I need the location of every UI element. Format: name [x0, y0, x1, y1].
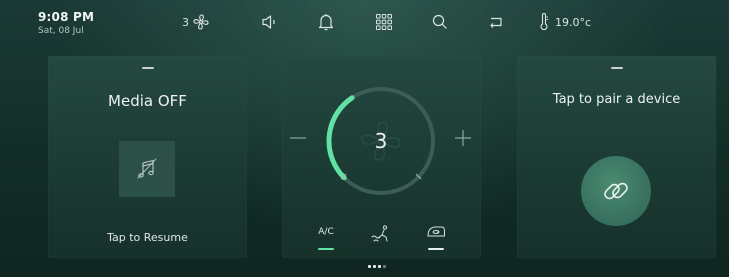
airflow-mode-button[interactable]: [364, 224, 398, 250]
temperature-status[interactable]: 19.0°c: [538, 8, 608, 36]
fan-icon: [193, 14, 209, 30]
page-indicator[interactable]: [368, 265, 386, 268]
pair-device-button[interactable]: [581, 156, 651, 226]
recirculation-icon: [427, 226, 445, 237]
climate-card: 3 A/C: [282, 56, 481, 258]
music-note-icon: [137, 158, 157, 179]
minus-icon: [290, 137, 306, 139]
home-screen: 9:08 PM Sat, 08 Jul 3 19.0°c Media OFF T…: [0, 0, 729, 277]
fan-status-button[interactable]: 3: [172, 8, 220, 36]
media-status-title: Media OFF: [108, 92, 187, 110]
plus-icon: [455, 130, 471, 146]
recirculation-active-indicator: [428, 248, 444, 250]
thermometer-icon: [540, 13, 548, 31]
recirculation-button[interactable]: [419, 224, 453, 250]
page-dot[interactable]: [383, 265, 386, 268]
clock-time: 9:08 PM: [38, 10, 95, 24]
pair-device-title: Tap to pair a device: [552, 92, 681, 107]
apps-button[interactable]: [370, 8, 398, 36]
ac-label: A/C: [318, 227, 334, 237]
media-card[interactable]: Media OFF Tap to Resume: [48, 56, 247, 258]
back-arrow-icon: [490, 17, 502, 28]
page-dot[interactable]: [373, 265, 376, 268]
apps-grid-icon: [376, 14, 392, 30]
card-handle[interactable]: [141, 67, 154, 69]
bell-icon: [318, 14, 334, 31]
status-bar: 9:08 PM Sat, 08 Jul 3 19.0°c: [0, 0, 729, 44]
search-button[interactable]: [426, 8, 454, 36]
ac-active-indicator: [318, 248, 334, 250]
resume-media-button[interactable]: Tap to Resume: [48, 231, 247, 244]
fan-speed-dial[interactable]: 3: [318, 78, 444, 204]
notifications-button[interactable]: [312, 8, 340, 36]
fan-speed-increase-button[interactable]: [452, 127, 474, 149]
clock-date: Sat, 08 Jul: [38, 26, 84, 36]
device-pairing-card[interactable]: Tap to pair a device: [517, 56, 716, 258]
page-dot[interactable]: [378, 265, 381, 268]
seat-airflow-icon: [371, 225, 388, 242]
sound-button[interactable]: [256, 8, 284, 36]
back-button[interactable]: [482, 8, 510, 36]
fan-speed-value: 3: [374, 129, 388, 153]
link-icon: [604, 182, 628, 200]
fan-speed-decrease-button[interactable]: [287, 127, 309, 149]
card-handle[interactable]: [610, 67, 623, 69]
fan-level-value: 3: [182, 15, 189, 29]
speaker-icon: [262, 15, 275, 29]
page-dot[interactable]: [368, 265, 371, 268]
ac-toggle-button[interactable]: A/C: [309, 224, 343, 250]
search-icon: [432, 14, 447, 29]
album-art-placeholder: [119, 141, 175, 197]
temperature-value: 19.0°c: [555, 15, 592, 29]
